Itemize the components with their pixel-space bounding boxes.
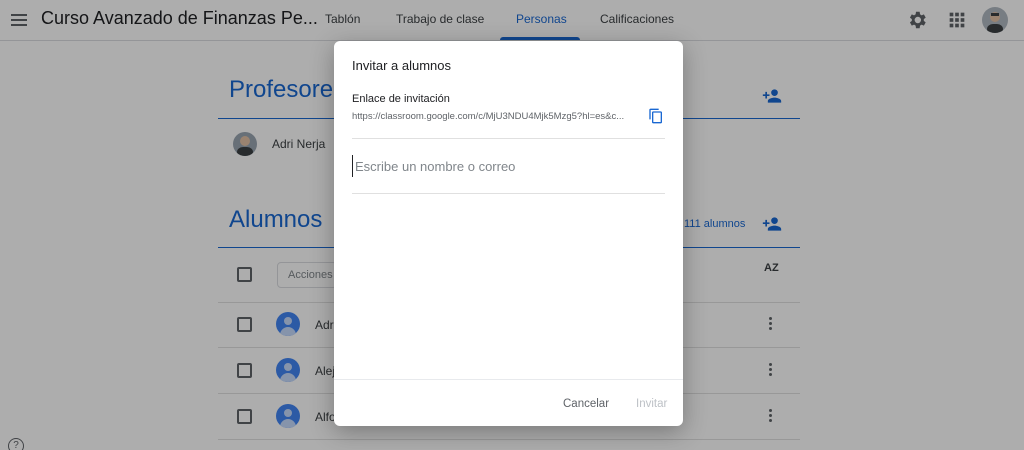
dialog-title: Invitar a alumnos [352, 58, 451, 73]
name-or-email-input[interactable] [352, 155, 665, 177]
invite-students-dialog: Invitar a alumnos Enlace de invitación h… [334, 41, 683, 426]
copy-link-icon[interactable] [648, 108, 664, 124]
invite-link-label: Enlace de invitación [352, 93, 450, 105]
invite-button[interactable]: Invitar [636, 398, 667, 410]
input-underline [352, 193, 665, 194]
cancel-button[interactable]: Cancelar [563, 398, 609, 410]
invite-link-url[interactable]: https://classroom.google.com/c/MjU3NDU4M… [352, 111, 634, 122]
dialog-footer-divider [334, 379, 683, 380]
dialog-divider [352, 138, 665, 139]
